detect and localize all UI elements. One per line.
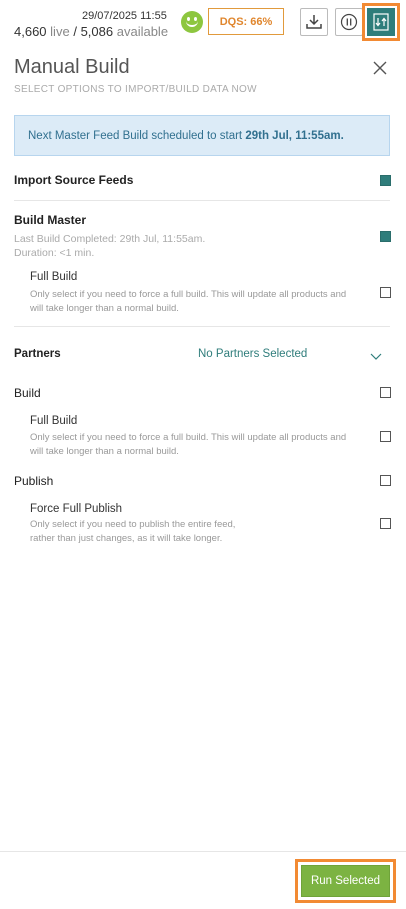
schedule-notice: Next Master Feed Build scheduled to star… [14, 115, 390, 156]
close-button[interactable] [370, 58, 390, 78]
force-full-publish-label: Force Full Publish [30, 503, 123, 515]
smiley-icon [181, 11, 203, 33]
import-source-checkbox[interactable] [380, 175, 391, 186]
last-build-text: Last Build Completed: 29th Jul, 11:55am. [14, 233, 206, 245]
dqs-badge[interactable]: DQS: 66% [208, 8, 284, 35]
available-word: available [116, 24, 169, 39]
partners-select[interactable]: No Partners Selected [198, 348, 307, 360]
partner-full-build-note-line1: Only select if you need to force a full … [30, 432, 347, 443]
count-separator: / [73, 24, 77, 39]
pause-button[interactable] [335, 8, 363, 36]
partner-full-build-checkbox[interactable] [380, 431, 391, 442]
partner-build-label: Build [14, 386, 41, 400]
close-icon [373, 61, 387, 75]
download-icon [306, 15, 322, 29]
import-source-label: Import Source Feeds [14, 173, 134, 187]
full-build-note-line1: Only select if you need to force a full … [30, 289, 347, 300]
page-title: Manual Build [14, 56, 130, 78]
publish-checkbox[interactable] [380, 475, 391, 486]
live-count: 4,660 [14, 24, 47, 39]
full-build-checkbox[interactable] [380, 287, 391, 298]
partners-dropdown-toggle[interactable] [370, 348, 382, 360]
notice-text: Next Master Feed Build scheduled to star… [28, 129, 243, 142]
sync-icon [373, 13, 389, 31]
force-full-publish-note-line1: Only select if you need to publish the e… [30, 519, 236, 530]
run-button-highlight: Run Selected [295, 859, 396, 903]
live-word: live [50, 24, 70, 39]
publish-label: Publish [14, 474, 54, 488]
download-button[interactable] [300, 8, 328, 36]
full-build-note-line2: will take longer than a normal build. [30, 303, 179, 314]
footer-divider [0, 851, 406, 852]
duration-text: Duration: <1 min. [14, 247, 95, 259]
build-master-label: Build Master [14, 213, 87, 227]
run-selected-button[interactable]: Run Selected [301, 865, 390, 897]
build-master-checkbox[interactable] [380, 231, 391, 242]
force-full-publish-note-line2: rather than just changes, as it will tak… [30, 533, 223, 544]
notice-highlight: 29th Jul, 11:55am. [245, 129, 344, 142]
available-count: 5,086 [80, 24, 114, 39]
partner-full-build-label: Full Build [30, 415, 78, 427]
partner-full-build-note-line2: will take longer than a normal build. [30, 446, 179, 457]
partners-label: Partners [14, 348, 61, 360]
divider [14, 326, 390, 327]
sync-button[interactable] [367, 8, 395, 36]
pause-icon [340, 13, 358, 31]
full-build-label: Full Build [30, 271, 78, 283]
status-timestamp: 29/07/2025 11:55 [82, 10, 167, 22]
sync-button-highlight [362, 3, 400, 41]
divider [14, 200, 390, 201]
partner-build-checkbox[interactable] [380, 387, 391, 398]
product-counts: 4,660 live / 5,086 available [14, 24, 168, 39]
page-subtitle: SELECT OPTIONS TO IMPORT/BUILD DATA NOW [14, 84, 257, 95]
chevron-down-icon [370, 353, 382, 360]
status-bar: 29/07/2025 11:55 4,660 live / 5,086 avai… [0, 0, 406, 44]
force-full-publish-checkbox[interactable] [380, 518, 391, 529]
